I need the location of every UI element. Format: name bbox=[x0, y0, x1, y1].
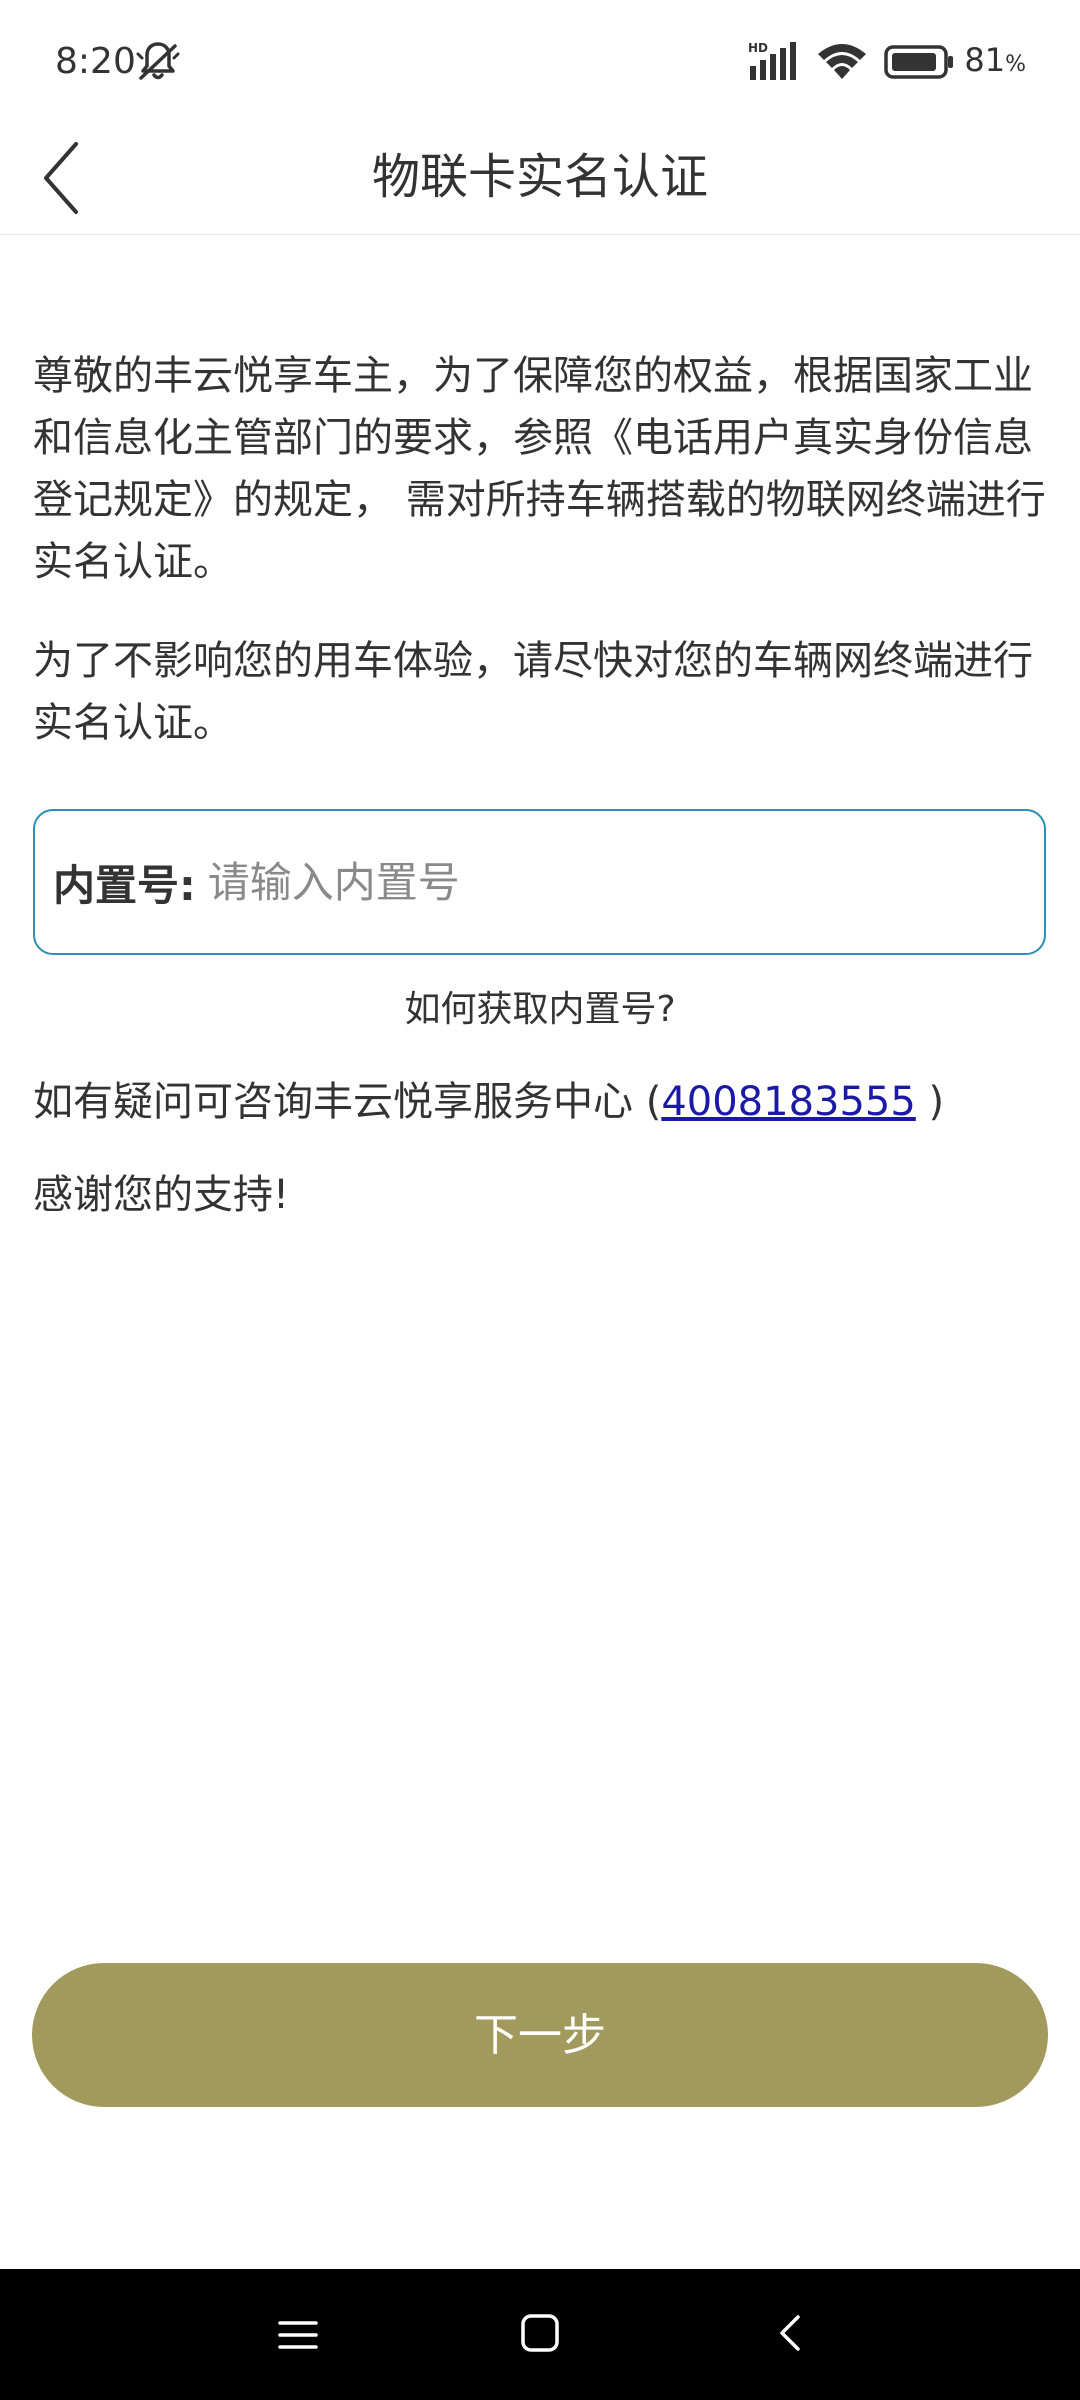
home-icon[interactable] bbox=[518, 2311, 562, 2355]
system-back-icon[interactable] bbox=[770, 2311, 810, 2355]
cellular-signal-icon: HD bbox=[748, 41, 797, 80]
builtin-number-field[interactable]: 内置号: bbox=[33, 809, 1046, 955]
how-to-get-builtin-number-link[interactable]: 如何获取内置号? bbox=[0, 985, 1080, 1035]
battery-unit: % bbox=[1005, 51, 1026, 77]
status-time: 8:20 bbox=[55, 41, 136, 82]
contact-suffix: ) bbox=[915, 1079, 945, 1125]
contact-info: 如有疑问可咨询丰云悦享服务中心 (4008183555 ) bbox=[33, 1070, 944, 1134]
notifications-muted-icon bbox=[136, 42, 180, 80]
reminder-paragraph: 为了不影响您的用车体验，请尽快对您的车辆网终端进行实名认证。 bbox=[33, 638, 1033, 746]
builtin-number-input[interactable] bbox=[205, 831, 990, 933]
navigation-bar: 物联卡实名认证 bbox=[0, 120, 1080, 235]
system-navigation-bar bbox=[0, 2269, 1080, 2400]
thanks-text: 感谢您的支持! bbox=[33, 1172, 290, 1218]
recent-apps-icon[interactable] bbox=[276, 2313, 320, 2357]
builtin-number-label: 内置号: bbox=[53, 860, 196, 910]
contact-prefix: 如有疑问可咨询丰云悦享服务中心 ( bbox=[33, 1079, 662, 1125]
status-bar: 8:20 HD 81% bbox=[0, 0, 1080, 120]
battery-icon bbox=[884, 45, 954, 79]
network-badge: HD bbox=[748, 41, 768, 55]
wifi-icon bbox=[818, 44, 867, 79]
battery-percentage: 81% bbox=[964, 40, 1026, 79]
status-indicators: HD 81% bbox=[746, 40, 1026, 84]
next-step-button[interactable]: 下一步 bbox=[32, 1963, 1048, 2107]
phone-link[interactable]: 4008183555 bbox=[661, 1079, 916, 1125]
page-title: 物联卡实名认证 bbox=[371, 149, 708, 205]
intro-paragraph: 尊敬的丰云悦享车主，为了保障您的权益，根据国家工业和信息化主管部门的要求，参照《… bbox=[33, 353, 1046, 585]
